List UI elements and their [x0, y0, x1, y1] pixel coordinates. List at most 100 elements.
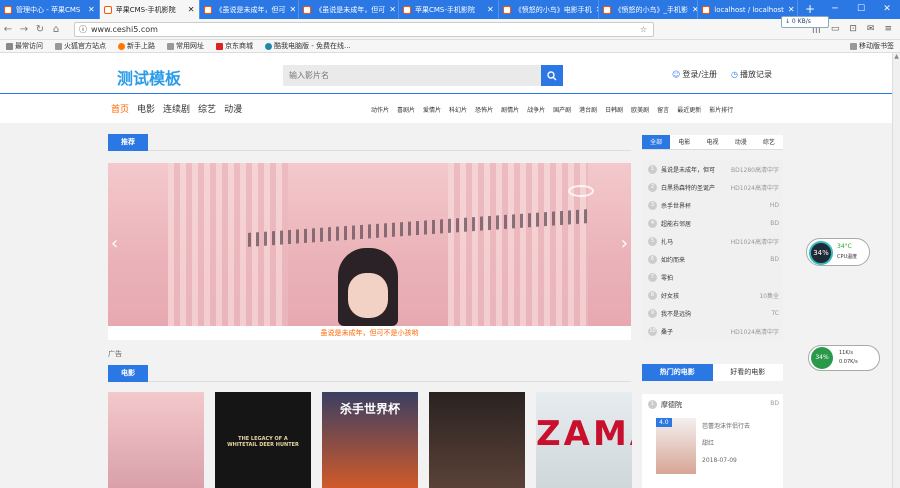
close-icon[interactable]: ✕ [290, 5, 297, 14]
browser-tab-active[interactable]: 苹果CMS-手机影院 ✕ [99, 0, 200, 19]
browser-tab[interactable]: 《愤怒的小鸟》_手机影 ✕ [599, 0, 699, 19]
browser-tab[interactable]: 管理中心 - 苹果CMS ✕ [0, 0, 100, 19]
list-item[interactable]: 10 桑子 HD1024高清中字 [642, 322, 783, 340]
chat-icon[interactable]: ✉ [867, 24, 875, 34]
cat-link[interactable]: 国产剧 [553, 105, 571, 114]
cat-link[interactable]: 影片排行 [709, 105, 733, 114]
bookmark-item[interactable]: 京东商城 [216, 41, 253, 51]
hot-thumbnail[interactable]: 4.0 [656, 418, 696, 474]
list-item[interactable]: 7 零拍 [642, 268, 783, 286]
info-icon[interactable]: ⓘ [79, 24, 87, 35]
bookmark-item[interactable]: 火狐官方站点 [55, 41, 106, 51]
scroll-up-icon[interactable]: ▲ [893, 53, 900, 63]
list-item[interactable]: 1 摩德院 BD [642, 394, 783, 410]
tab-good-movies[interactable]: 好看的电影 [712, 364, 783, 381]
list-item[interactable]: 4 超能右邻居 BD [642, 214, 783, 232]
list-item[interactable]: 6 如约而来 BD [642, 250, 783, 268]
site-logo[interactable]: 测试模板 [117, 65, 181, 89]
bluray-logo [568, 185, 594, 197]
browser-tab[interactable]: 《虽说是未成年，但可 ✕ [200, 0, 300, 19]
cat-link[interactable]: 欧美剧 [631, 105, 649, 114]
browser-tab[interactable]: 苹果CMS-手机影院 ✕ [399, 0, 499, 19]
list-item[interactable]: 3 杀手世界杯 HD [642, 196, 783, 214]
login-link[interactable]: ☺ 登录/注册 [672, 69, 717, 80]
maximize-icon[interactable]: ☐ [848, 0, 874, 19]
movie-poster[interactable] [108, 392, 204, 488]
movie-poster[interactable] [429, 392, 525, 488]
close-icon[interactable]: ✕ [88, 5, 95, 14]
hot-list: 1 摩德院 BD 4.0 芭蕾泡沫伴侣行去 甜红 2018-07-09 [642, 394, 783, 488]
cat-link[interactable]: 港台剧 [579, 105, 597, 114]
list-item[interactable]: 8 好女孩 10集全 [642, 286, 783, 304]
rank-tab-movie[interactable]: 电影 [670, 135, 698, 149]
bookmark-item[interactable]: 酷我电脑版 - 免费在线... [265, 41, 351, 51]
list-item[interactable]: 5 扎马 HD1024高清中字 [642, 232, 783, 250]
cpu-widget[interactable]: 34% 34°C CPU温度 [806, 238, 870, 266]
search-button[interactable] [541, 65, 563, 86]
list-item[interactable]: 9 我不是远驹 TC [642, 304, 783, 322]
tab-favicon-icon [103, 5, 112, 14]
bookmark-item[interactable]: 新手上路 [118, 41, 155, 51]
url-bar[interactable]: ⓘ www.ceshi5.com ☆ [74, 21, 654, 37]
address-toolbar: ← → ↻ ⌂ ⓘ www.ceshi5.com ☆ ||| ▭ ⊡ ✉ ≡ [0, 19, 900, 40]
mobile-bookmarks[interactable]: 移动版书签 [850, 41, 894, 51]
recommend-section-title: 推荐 [108, 134, 631, 151]
cpu-label: CPU温度 [837, 254, 858, 260]
rank-tab-tv[interactable]: 电视 [698, 135, 726, 149]
nav-anime[interactable]: 动漫 [224, 102, 242, 115]
scrollbar[interactable]: ▲ [892, 53, 900, 488]
cat-link[interactable]: 最近更新 [677, 105, 701, 114]
cat-link[interactable]: 日韩剧 [605, 105, 623, 114]
tab-favicon-icon [502, 5, 511, 14]
reload-icon[interactable]: ↻ [32, 24, 48, 35]
close-icon[interactable]: ✕ [188, 5, 195, 14]
gear-icon [6, 42, 13, 50]
movie-poster[interactable]: ZAMA [536, 392, 632, 488]
movie-grid: THE LEGACY OF A WHITETAIL DEER HUNTER 杀手… [108, 392, 632, 488]
nav-variety[interactable]: 综艺 [198, 102, 216, 115]
slide-caption[interactable]: 虽说是未成年，但可不是小孩哟 [108, 326, 631, 340]
rank-tab-all[interactable]: 全部 [642, 135, 671, 149]
home-icon[interactable]: ⌂ [48, 24, 64, 35]
hero-slider[interactable]: ‹ › [108, 163, 631, 326]
cat-link[interactable]: 爱情片 [423, 105, 441, 114]
bookmark-item[interactable]: 常用网址 [167, 41, 204, 51]
network-speed-badge: ↓ 0 KB/s [781, 16, 829, 28]
cat-link[interactable]: 战争片 [527, 105, 545, 114]
tab-hot-movies[interactable]: 热门的电影 [642, 364, 713, 381]
slider-next-icon[interactable]: › [621, 233, 628, 254]
forward-icon[interactable]: → [16, 24, 32, 35]
close-icon[interactable]: ✕ [389, 5, 396, 14]
movie-poster[interactable]: 杀手世界杯 [322, 392, 418, 488]
list-item[interactable]: 2 白黑扬森特的圣诞产 HD1024高清中字 [642, 178, 783, 196]
browser-tab[interactable]: 《愤怒的小鸟》电影手机✕ [499, 0, 599, 19]
browser-tab[interactable]: 《虽说是未成年，但可 ✕ [299, 0, 399, 19]
cat-link[interactable]: 科幻片 [449, 105, 467, 114]
list-item[interactable]: 1 虽说是未成年，但可 BD1280高清中字 [642, 160, 783, 178]
nav-series[interactable]: 连续剧 [163, 102, 190, 115]
search-input[interactable] [283, 65, 541, 86]
cat-link[interactable]: 留言 [657, 105, 669, 114]
rank-tab-variety[interactable]: 综艺 [755, 135, 783, 149]
close-icon[interactable]: ✕ [487, 5, 494, 14]
back-icon[interactable]: ← [0, 24, 16, 35]
cat-link[interactable]: 恐怖片 [475, 105, 493, 114]
close-window-icon[interactable]: ✕ [874, 0, 900, 19]
movie-poster[interactable]: THE LEGACY OF A WHITETAIL DEER HUNTER [215, 392, 311, 488]
sidebar-icon[interactable]: ▭ [831, 24, 840, 34]
rank-tab-anime[interactable]: 动漫 [727, 135, 755, 149]
nav-home[interactable]: 首页 [111, 102, 129, 115]
bookmark-star-icon[interactable]: ☆ [640, 25, 647, 34]
cat-link[interactable]: 喜剧片 [397, 105, 415, 114]
history-link[interactable]: ◷ 播放记录 [731, 69, 772, 80]
screenshot-icon[interactable]: ⊡ [849, 24, 857, 34]
nav-movie[interactable]: 电影 [137, 102, 155, 115]
cat-link[interactable]: 动作片 [371, 105, 389, 114]
close-icon[interactable]: ✕ [788, 5, 795, 14]
bookmark-item[interactable]: 最常访问 [6, 41, 43, 51]
movie-section-title: 电影 [108, 365, 631, 382]
memory-widget[interactable]: 34% 11K/s 0.07K/s [808, 345, 880, 371]
menu-icon[interactable]: ≡ [884, 24, 892, 34]
cat-link[interactable]: 剧情片 [501, 105, 519, 114]
slider-prev-icon[interactable]: ‹ [111, 233, 118, 254]
